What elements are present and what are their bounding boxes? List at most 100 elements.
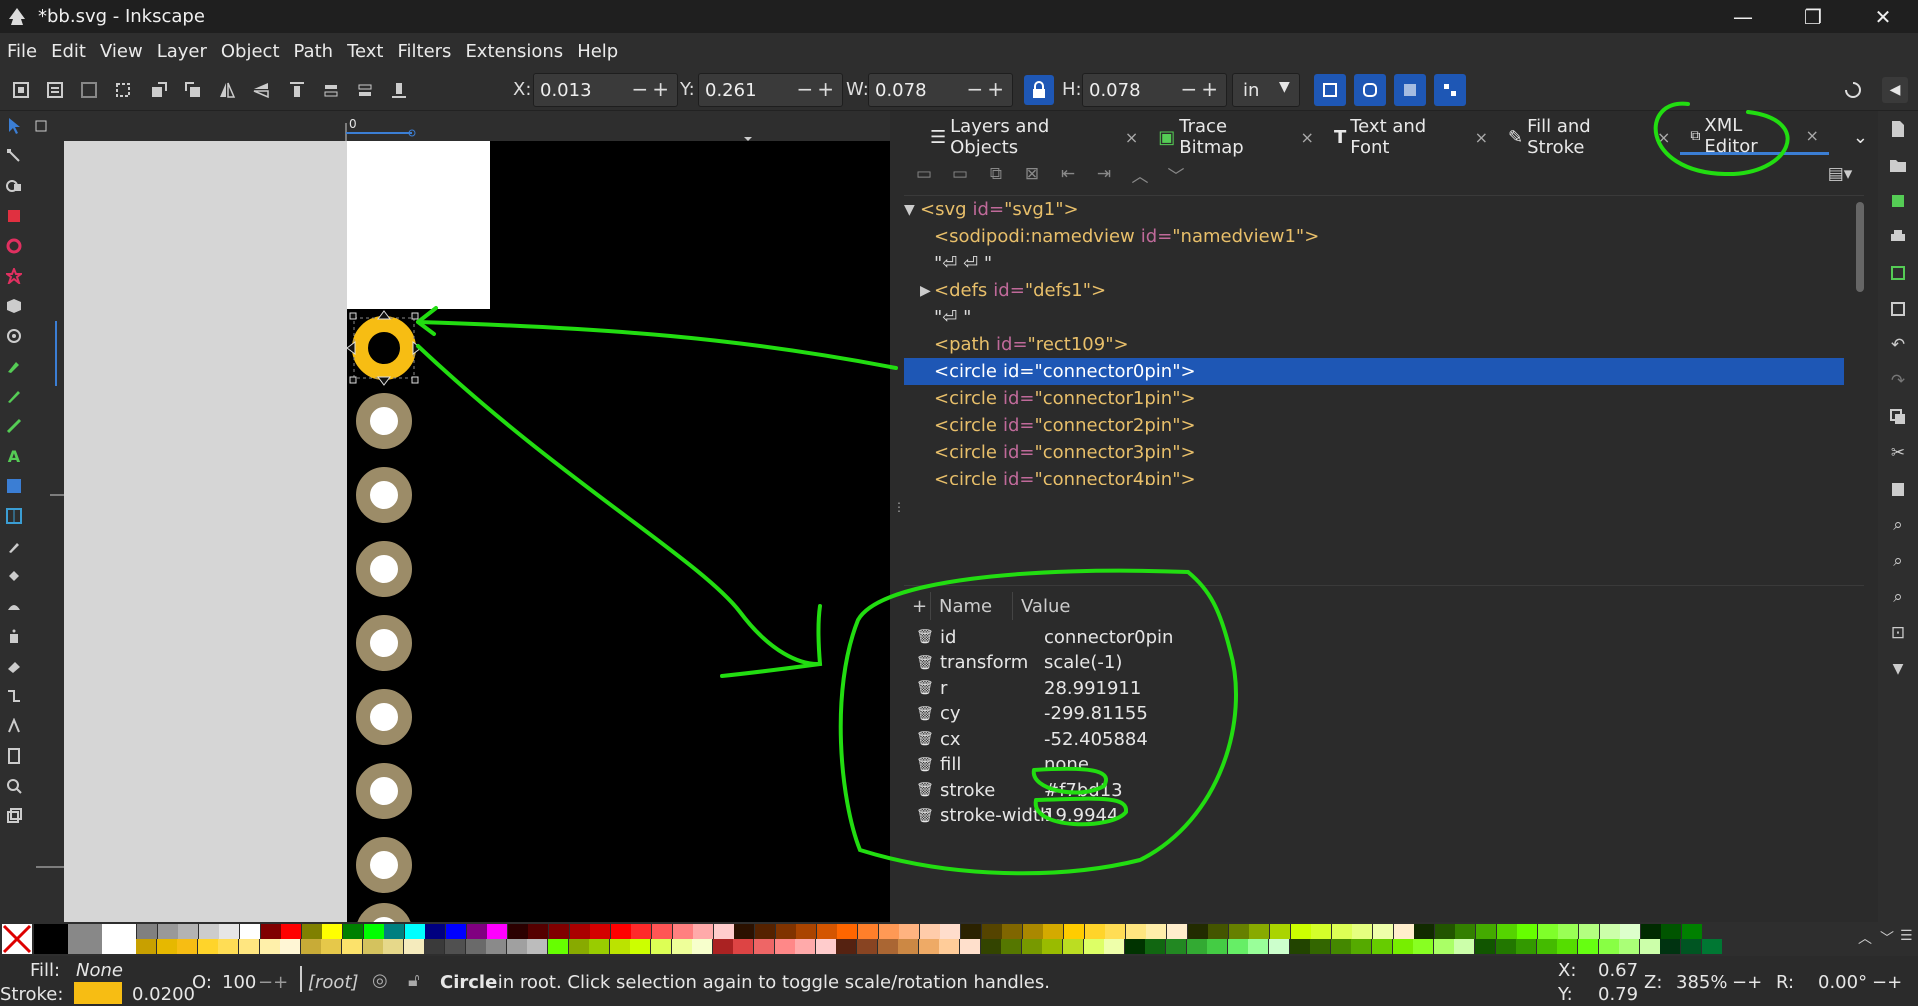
color-swatch[interactable]: [1022, 924, 1043, 939]
color-swatch[interactable]: [342, 939, 362, 954]
color-swatch[interactable]: [157, 924, 178, 939]
zoom-selection-icon[interactable]: ⌕: [1878, 507, 1918, 543]
color-swatch[interactable]: [1208, 924, 1229, 939]
delete-attribute-icon[interactable]: 🗑︎: [916, 782, 934, 798]
color-swatch[interactable]: [878, 924, 899, 939]
color-swatch[interactable]: [343, 924, 363, 939]
attribute-value[interactable]: scale(-1): [1044, 652, 1122, 673]
tweak-tool-icon[interactable]: [0, 591, 28, 621]
color-swatch[interactable]: [1372, 939, 1392, 954]
gradient-tool-icon[interactable]: [0, 471, 28, 501]
tree-scrollbar[interactable]: [1856, 202, 1864, 292]
color-swatch[interactable]: [713, 924, 734, 939]
pencil-tool-icon[interactable]: [0, 381, 28, 411]
unindent-node-icon[interactable]: ⇤: [1050, 159, 1086, 189]
drawing-canvas[interactable]: [64, 141, 890, 926]
color-swatch[interactable]: [1083, 939, 1104, 954]
toolbar-overflow-icon[interactable]: ◀: [1882, 77, 1908, 103]
color-swatch[interactable]: [796, 924, 817, 939]
color-swatch[interactable]: [1619, 939, 1640, 954]
color-swatch[interactable]: [1207, 939, 1228, 954]
layer-visibility-icon[interactable]: ◎: [372, 970, 388, 991]
zoom-drawing-icon[interactable]: ⌕: [1878, 543, 1918, 579]
text-tool-icon[interactable]: A: [0, 441, 28, 471]
rotate-ccw-icon[interactable]: [146, 77, 172, 103]
color-swatch[interactable]: [1084, 924, 1105, 939]
lpe-tool-icon[interactable]: [0, 711, 28, 741]
delete-attribute-icon[interactable]: 🗑︎: [916, 757, 934, 773]
color-swatch[interactable]: [1557, 939, 1578, 954]
calligraphy-tool-icon[interactable]: [0, 411, 28, 441]
color-swatch[interactable]: [1660, 939, 1681, 954]
color-swatch[interactable]: [1290, 924, 1311, 939]
color-swatch[interactable]: [568, 939, 589, 954]
opacity-value[interactable]: 100: [222, 972, 256, 993]
palette-scroll-up-icon[interactable]: ︿: [1858, 928, 1872, 948]
color-swatch[interactable]: [837, 924, 858, 939]
raise-icon[interactable]: [318, 77, 344, 103]
color-swatch[interactable]: [1598, 939, 1619, 954]
color-swatch[interactable]: [1640, 924, 1661, 939]
attribute-name[interactable]: stroke-width: [940, 805, 1051, 826]
color-swatch[interactable]: [1063, 939, 1083, 954]
expand-caret-icon[interactable]: ▶: [920, 283, 931, 299]
color-swatch[interactable]: [1495, 939, 1516, 954]
flip-horizontal-icon[interactable]: [214, 77, 240, 103]
color-swatch[interactable]: [754, 939, 774, 954]
undo-icon[interactable]: ↶: [1878, 327, 1918, 363]
attribute-value[interactable]: -52.405884: [1044, 729, 1148, 750]
x-input[interactable]: [540, 80, 630, 101]
color-swatch[interactable]: [1248, 939, 1269, 954]
color-swatch[interactable]: [899, 924, 920, 939]
delete-attribute-icon[interactable]: 🗑︎: [916, 680, 934, 696]
add-attribute-button[interactable]: +: [912, 592, 927, 620]
color-swatch[interactable]: [1331, 924, 1352, 939]
color-swatch[interactable]: [1311, 924, 1332, 939]
xml-node[interactable]: <circle id= "connector2pin">: [904, 412, 1844, 439]
color-swatch[interactable]: [816, 924, 837, 939]
color-swatch[interactable]: [1289, 939, 1310, 954]
width-spin-buttons[interactable]: −+: [966, 77, 1008, 101]
close-tab-icon[interactable]: ×: [1657, 128, 1670, 147]
delete-node-icon[interactable]: ⊠: [1014, 159, 1050, 189]
height-spinbox[interactable]: −+: [1082, 73, 1227, 107]
scale-corners-icon[interactable]: [1354, 74, 1386, 106]
zoom-value[interactable]: 385%: [1676, 972, 1727, 993]
vertical-ruler[interactable]: [28, 141, 64, 926]
dropper-tool-icon[interactable]: [0, 531, 28, 561]
color-swatch[interactable]: [486, 939, 507, 954]
pin-circle[interactable]: [356, 837, 412, 893]
cut-icon[interactable]: ✂: [1878, 435, 1918, 471]
save-icon[interactable]: [1878, 183, 1918, 219]
color-swatch[interactable]: [1476, 924, 1496, 939]
color-swatch[interactable]: [1454, 939, 1475, 954]
attribute-name[interactable]: transform: [940, 652, 1028, 673]
horizontal-ruler[interactable]: 0: [28, 111, 890, 141]
close-window-button[interactable]: ✕: [1848, 0, 1918, 33]
menu-file[interactable]: File: [0, 41, 44, 62]
deselect-icon[interactable]: [76, 77, 102, 103]
scale-stroke-icon[interactable]: [1314, 74, 1346, 106]
color-swatch[interactable]: [549, 924, 569, 939]
menu-edit[interactable]: Edit: [44, 41, 93, 62]
color-swatch[interactable]: [487, 924, 508, 939]
xml-node[interactable]: ▼ <svg id= "svg1">: [904, 196, 1844, 223]
color-swatch[interactable]: [362, 939, 383, 954]
indent-node-icon[interactable]: ⇥: [1086, 159, 1122, 189]
maximize-button[interactable]: ❐: [1778, 0, 1848, 33]
delete-attribute-icon[interactable]: 🗑︎: [916, 808, 934, 824]
color-swatch[interactable]: [734, 924, 755, 939]
xml-node[interactable]: "⏎ ": [904, 304, 1844, 331]
color-swatch[interactable]: [755, 924, 775, 939]
current-layer[interactable]: [root]: [308, 972, 359, 993]
color-swatch[interactable]: [1434, 924, 1455, 939]
color-swatch[interactable]: [1620, 924, 1641, 939]
color-swatch[interactable]: [1146, 924, 1167, 939]
color-swatch[interactable]: [1373, 924, 1393, 939]
color-swatch[interactable]: [137, 924, 157, 939]
transform-patterns-icon[interactable]: [1434, 74, 1466, 106]
color-swatch[interactable]: [1536, 939, 1557, 954]
menu-help[interactable]: Help: [570, 41, 625, 62]
color-swatch[interactable]: [630, 939, 651, 954]
color-swatch[interactable]: [1002, 924, 1023, 939]
